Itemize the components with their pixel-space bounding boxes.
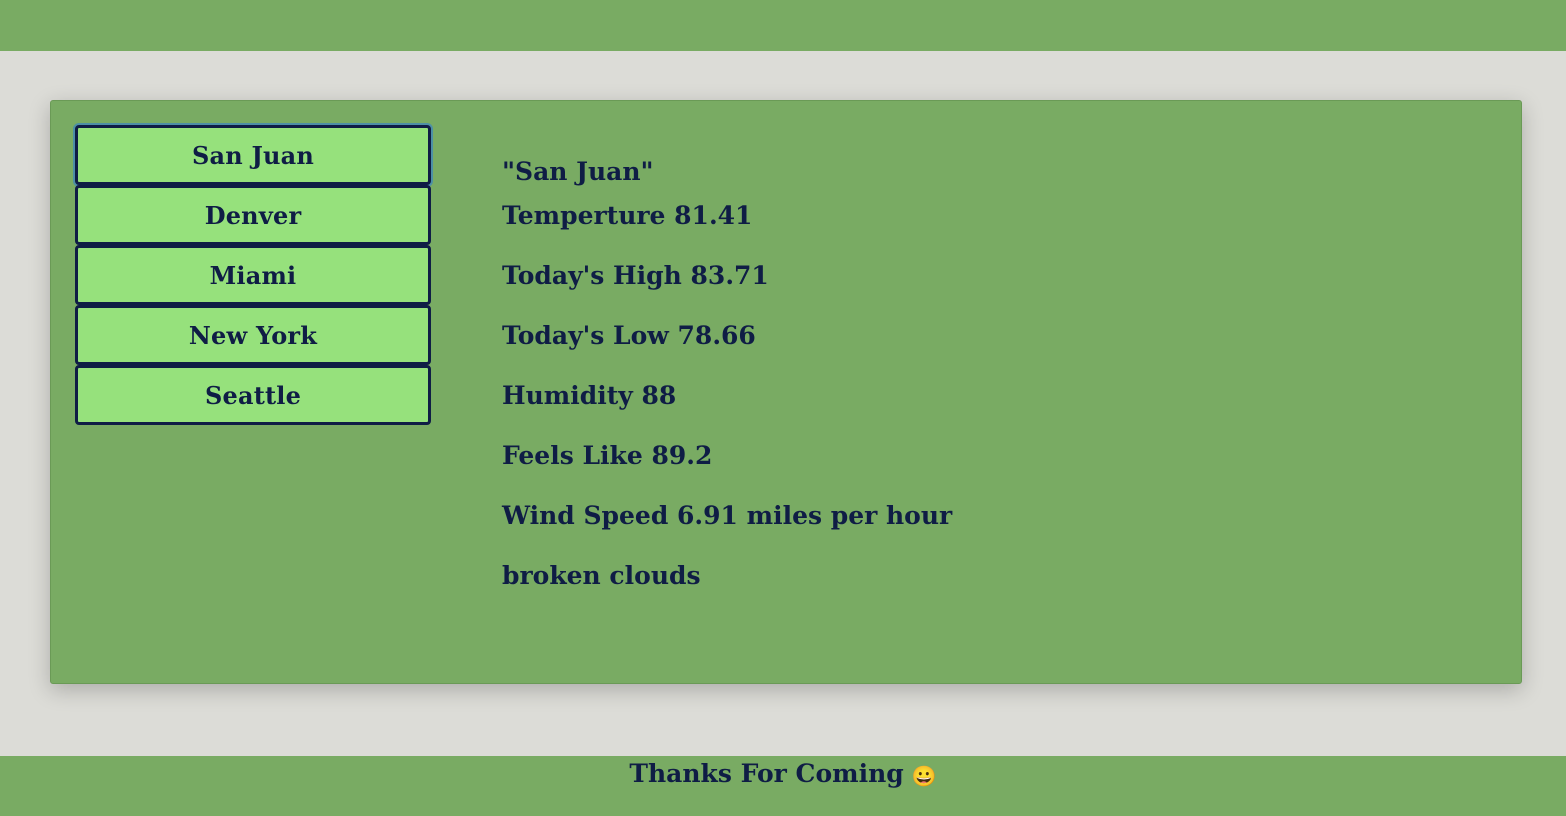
footer: Thanks For Coming 😀 [0,756,1566,816]
weather-panel: San Juan Denver Miami New York Seattle "… [50,100,1522,684]
weather-details: "San Juan" Temperture 81.41 Today's High… [502,156,1402,620]
city-button-new-york[interactable]: New York [75,305,431,365]
humidity-text: Humidity 88 [502,381,677,410]
city-button-seattle[interactable]: Seattle [75,365,431,425]
feels-like-text: Feels Like 89.2 [502,441,713,470]
header-bar [0,0,1566,51]
weather-description: broken clouds [502,561,701,590]
city-list: San Juan Denver Miami New York Seattle [75,125,431,425]
temperature-text: Temperture 81.41 [502,201,753,230]
wind-speed-text: Wind Speed 6.91 miles per hour [502,501,953,530]
high-temperature-text: Today's High 83.71 [502,261,769,290]
footer-text: Thanks For Coming [629,759,904,788]
smiling-face-icon: 😀 [911,763,937,788]
low-temperature-text: Today's Low 78.66 [502,321,756,350]
selected-city-title: "San Juan" [502,157,654,186]
city-button-denver[interactable]: Denver [75,185,431,245]
footer-message: Thanks For Coming 😀 [629,757,936,816]
city-button-san-juan[interactable]: San Juan [75,125,431,185]
city-button-miami[interactable]: Miami [75,245,431,305]
